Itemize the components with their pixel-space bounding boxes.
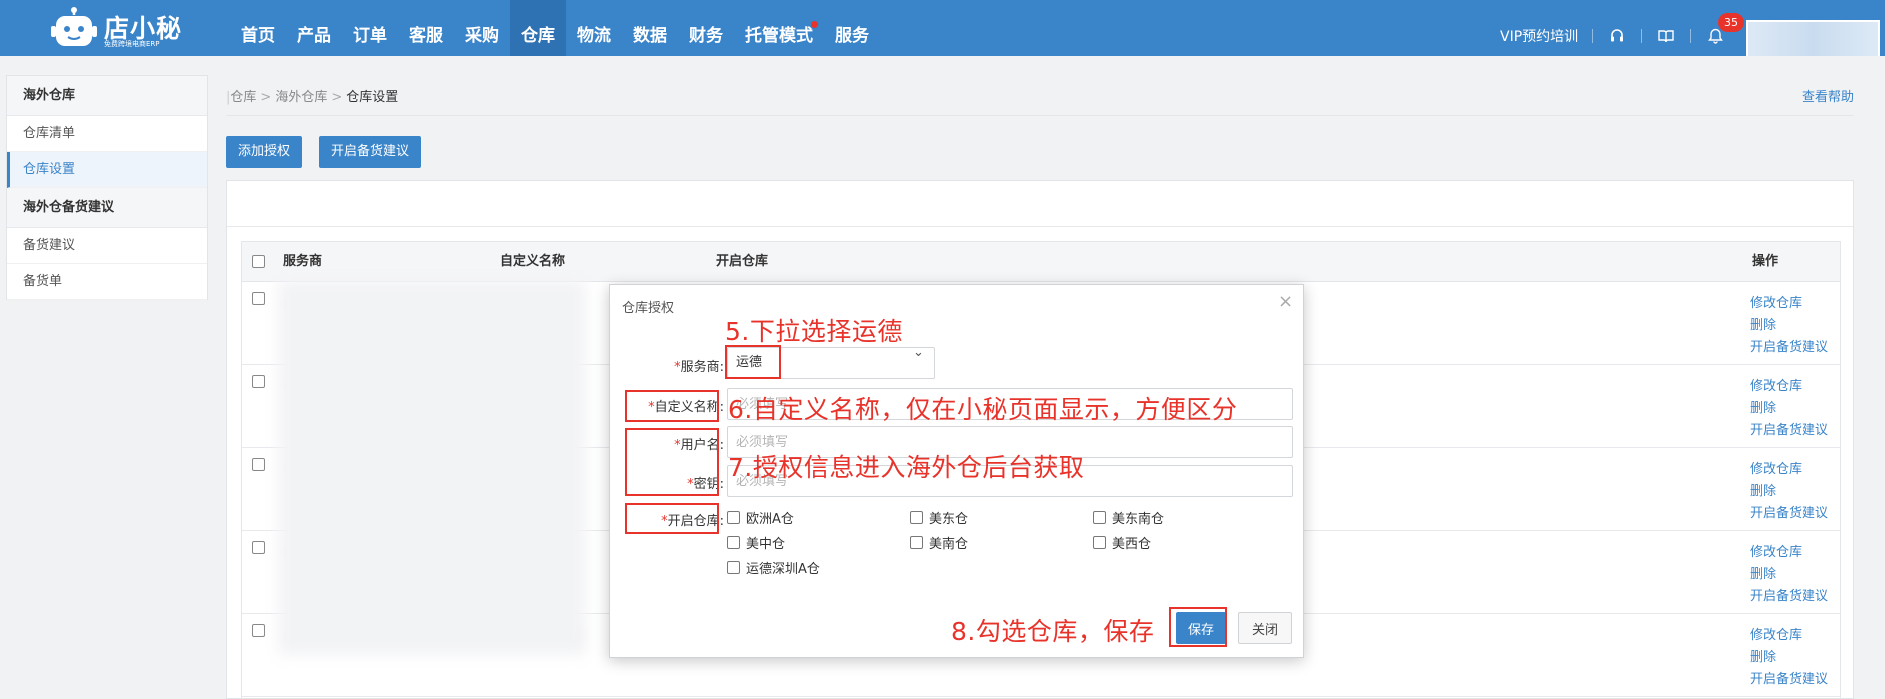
breadcrumb-parent[interactable]: 海外仓库 bbox=[275, 90, 327, 105]
select-all-checkbox[interactable] bbox=[252, 255, 265, 268]
delete-link[interactable]: 删除 bbox=[1750, 563, 1776, 582]
close-button[interactable]: 关闭 bbox=[1238, 612, 1292, 644]
nav-item-home[interactable]: 首页 bbox=[230, 0, 286, 56]
annotation-step6: 6.自定义名称，仅在小秘页面显示，方便区分 bbox=[728, 395, 1238, 424]
checkbox[interactable] bbox=[1093, 511, 1106, 524]
provider-label: *服务商: bbox=[674, 360, 724, 375]
row-checkbox[interactable] bbox=[252, 292, 265, 305]
enable-stock-suggestion-link[interactable]: 开启备货建议 bbox=[1750, 585, 1828, 604]
nav-item-orders[interactable]: 订单 bbox=[342, 0, 398, 56]
checkbox[interactable] bbox=[910, 511, 923, 524]
filter-bar bbox=[227, 181, 1853, 227]
nav-separator bbox=[1641, 29, 1643, 43]
close-icon[interactable]: × bbox=[1278, 291, 1293, 312]
dialog-title: 仓库授权 bbox=[622, 301, 675, 316]
notification-badge: 35 bbox=[1718, 13, 1744, 32]
new-dot-icon bbox=[811, 21, 818, 28]
enable-stock-suggestion-link[interactable]: 开启备货建议 bbox=[1750, 419, 1828, 438]
edit-warehouse-link[interactable]: 修改仓库 bbox=[1750, 375, 1802, 394]
nav-item-warehouse[interactable]: 仓库 bbox=[510, 0, 566, 56]
nav-separator bbox=[1592, 29, 1594, 43]
logo-tagline: 免费跨境电商ERP bbox=[104, 40, 160, 48]
user-account-area[interactable] bbox=[1746, 20, 1880, 56]
row-checkbox[interactable] bbox=[252, 624, 265, 637]
annotation-box-custom-name bbox=[625, 390, 719, 422]
breadcrumb-root[interactable]: 仓库 bbox=[230, 90, 256, 105]
warehouse-checkbox-us-southeast[interactable]: 美东南仓 bbox=[1093, 508, 1164, 527]
delete-link[interactable]: 删除 bbox=[1750, 397, 1776, 416]
edit-warehouse-link[interactable]: 修改仓库 bbox=[1750, 292, 1802, 311]
annotation-step7: 7.授权信息进入海外仓后台获取 bbox=[728, 453, 1085, 482]
checkbox[interactable] bbox=[727, 561, 740, 574]
blurred-region bbox=[278, 280, 586, 655]
warehouse-checkbox-us-east[interactable]: 美东仓 bbox=[910, 508, 968, 527]
edit-warehouse-link[interactable]: 修改仓库 bbox=[1750, 624, 1802, 643]
sidebar-item-stock-suggestion[interactable]: 备货建议 bbox=[7, 228, 207, 264]
delete-link[interactable]: 删除 bbox=[1750, 480, 1776, 499]
enable-stock-suggestion-link[interactable]: 开启备货建议 bbox=[1750, 336, 1828, 355]
warehouse-checkbox-europe-a[interactable]: 欧洲A仓 bbox=[727, 508, 794, 527]
sidebar: 海外仓库 仓库清单 仓库设置 海外仓备货建议 备货建议 备货单 bbox=[6, 75, 208, 300]
breadcrumb-current: 仓库设置 bbox=[346, 90, 399, 105]
column-header-actions: 操作 bbox=[1752, 254, 1779, 269]
enable-stock-suggestion-link[interactable]: 开启备货建议 bbox=[1750, 668, 1828, 687]
nav-right: VIP预约培训 bbox=[1500, 0, 1725, 56]
sidebar-group-stock-suggestion: 海外仓备货建议 bbox=[7, 188, 207, 228]
annotation-box-provider bbox=[725, 345, 781, 379]
checkbox[interactable] bbox=[910, 536, 923, 549]
vip-training-link[interactable]: VIP预约培训 bbox=[1500, 26, 1578, 46]
headset-icon[interactable] bbox=[1607, 26, 1627, 46]
column-header-custom-name: 自定义名称 bbox=[500, 254, 566, 269]
nav-separator bbox=[1690, 29, 1692, 43]
checkbox[interactable] bbox=[727, 536, 740, 549]
main-menu: 首页 产品 订单 客服 采购 仓库 物流 数据 财务 托管模式 服务 bbox=[230, 0, 880, 56]
sidebar-item-stock-order[interactable]: 备货单 bbox=[7, 264, 207, 300]
edit-warehouse-link[interactable]: 修改仓库 bbox=[1750, 458, 1802, 477]
logo[interactable]: 店小秘 免费跨境电商ERP bbox=[50, 5, 190, 51]
sidebar-item-warehouse-settings[interactable]: 仓库设置 bbox=[7, 152, 207, 188]
enable-stock-suggestion-button[interactable]: 开启备货建议 bbox=[319, 136, 422, 168]
warehouse-checkbox-yunde-shenzhen-a[interactable]: 运德深圳A仓 bbox=[727, 558, 820, 577]
edit-warehouse-link[interactable]: 修改仓库 bbox=[1750, 541, 1802, 560]
nav-item-hosted-mode[interactable]: 托管模式 bbox=[734, 0, 824, 56]
annotation-step8: 8.勾选仓库，保存 bbox=[951, 617, 1155, 646]
breadcrumb: |仓库 > 海外仓库 > 仓库设置 bbox=[226, 90, 399, 105]
row-checkbox[interactable] bbox=[252, 541, 265, 554]
row-checkbox[interactable] bbox=[252, 458, 265, 471]
nav-item-data[interactable]: 数据 bbox=[622, 0, 678, 56]
nav-item-products[interactable]: 产品 bbox=[286, 0, 342, 56]
robot-logo-icon bbox=[51, 7, 97, 46]
nav-item-service[interactable]: 客服 bbox=[398, 0, 454, 56]
warehouse-checkbox-us-central[interactable]: 美中仓 bbox=[727, 533, 785, 552]
sidebar-item-warehouse-list[interactable]: 仓库清单 bbox=[7, 116, 207, 152]
header-divider bbox=[226, 115, 1854, 116]
row-checkbox[interactable] bbox=[252, 375, 265, 388]
annotation-box-save bbox=[1169, 607, 1227, 647]
column-header-open-warehouse: 开启仓库 bbox=[716, 254, 769, 269]
nav-item-finance[interactable]: 财务 bbox=[678, 0, 734, 56]
annotation-box-warehouse bbox=[625, 503, 719, 534]
nav-item-services[interactable]: 服务 bbox=[824, 0, 880, 56]
enable-stock-suggestion-link[interactable]: 开启备货建议 bbox=[1750, 502, 1828, 521]
delete-link[interactable]: 删除 bbox=[1750, 314, 1776, 333]
annotation-box-credentials bbox=[625, 428, 719, 496]
annotation-step5: 5.下拉选择运德 bbox=[725, 317, 903, 346]
nav-item-purchase[interactable]: 采购 bbox=[454, 0, 510, 56]
help-link[interactable]: 查看帮助 bbox=[1802, 86, 1854, 105]
book-icon[interactable] bbox=[1656, 26, 1676, 46]
delete-link[interactable]: 删除 bbox=[1750, 646, 1776, 665]
checkbox[interactable] bbox=[727, 511, 740, 524]
column-header-provider: 服务商 bbox=[283, 254, 323, 269]
add-authorization-button[interactable]: 添加授权 bbox=[226, 136, 303, 168]
nav-item-hosted-mode-label: 托管模式 bbox=[745, 26, 813, 46]
nav-item-logistics[interactable]: 物流 bbox=[566, 0, 622, 56]
top-nav-bar: 店小秘 免费跨境电商ERP 首页 产品 订单 客服 采购 仓库 物流 数据 财务… bbox=[0, 0, 1885, 56]
checkbox[interactable] bbox=[1093, 536, 1106, 549]
table-header: 服务商 自定义名称 开启仓库 操作 bbox=[242, 242, 1840, 282]
chevron-down-icon[interactable]: ⌄ bbox=[913, 345, 924, 360]
sidebar-group-overseas-warehouse: 海外仓库 bbox=[7, 76, 207, 116]
warehouse-checkbox-us-south[interactable]: 美南仓 bbox=[910, 533, 968, 552]
warehouse-checkbox-us-west[interactable]: 美西仓 bbox=[1093, 533, 1151, 552]
